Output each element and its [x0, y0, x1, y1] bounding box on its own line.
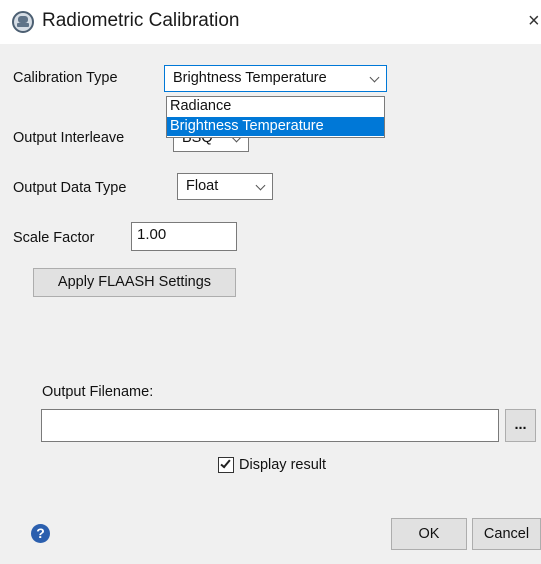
checkmark-icon: [220, 457, 231, 469]
display-result-label: Display result: [239, 457, 327, 473]
dropdown-option-radiance[interactable]: Radiance: [167, 97, 384, 116]
output-data-type-value: Float: [186, 178, 219, 194]
browse-button[interactable]: ...: [505, 409, 536, 442]
output-data-type-label: Output Data Type: [13, 180, 127, 196]
scale-factor-value: 1.00: [137, 226, 167, 243]
cancel-button[interactable]: Cancel: [472, 518, 541, 550]
calibration-type-label: Calibration Type: [13, 70, 118, 86]
chevron-down-icon: [369, 72, 380, 83]
close-icon[interactable]: ×: [528, 10, 540, 32]
chevron-down-icon: [255, 180, 266, 191]
output-filename-label: Output Filename:: [42, 384, 154, 400]
calibration-type-select[interactable]: Brightness Temperature: [164, 65, 387, 92]
app-icon: [12, 11, 34, 33]
title-bar: Radiometric Calibration ×: [0, 0, 541, 44]
window-title: Radiometric Calibration: [42, 10, 240, 31]
calibration-type-dropdown: Radiance Brightness Temperature: [166, 96, 385, 138]
apply-flaash-settings-button[interactable]: Apply FLAASH Settings: [33, 268, 236, 297]
dropdown-option-brightness-temperature[interactable]: Brightness Temperature: [167, 117, 384, 136]
ok-button[interactable]: OK: [391, 518, 467, 550]
display-result-checkbox[interactable]: [218, 457, 234, 473]
output-filename-input[interactable]: [41, 409, 499, 442]
output-data-type-select[interactable]: Float: [177, 173, 273, 200]
calibration-type-value: Brightness Temperature: [173, 70, 327, 86]
scale-factor-input[interactable]: 1.00: [131, 222, 237, 251]
help-icon[interactable]: ?: [31, 524, 50, 543]
radiometric-calibration-dialog: Radiometric Calibration × Calibration Ty…: [0, 0, 541, 564]
scale-factor-label: Scale Factor: [13, 230, 95, 246]
output-interleave-label: Output Interleave: [13, 130, 125, 146]
